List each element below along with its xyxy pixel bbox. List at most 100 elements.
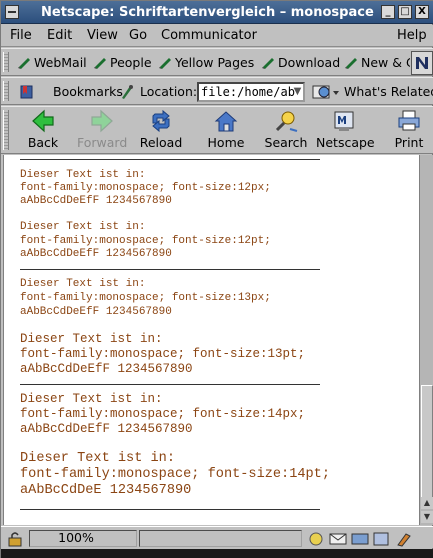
- page-proxy-icon[interactable]: [120, 84, 134, 100]
- block-line: font-family:monospace; font-size:13pt;: [20, 347, 306, 361]
- horizontal-rule: [20, 159, 320, 160]
- reload-label: Reload: [139, 135, 183, 150]
- menu-communicator[interactable]: Communicator: [161, 28, 257, 43]
- bookmark-pen-icon: [345, 58, 357, 69]
- location-toolbar: Bookmarks Location: file:/home/ab ▼ What…: [1, 77, 433, 105]
- menu-view[interactable]: View: [87, 28, 118, 43]
- mail-icon[interactable]: [329, 533, 347, 545]
- menu-go[interactable]: Go: [129, 28, 147, 43]
- bookmark-label: People: [110, 55, 152, 70]
- scroll-down-arrow-icon[interactable]: ▼: [421, 511, 433, 523]
- forward-label: Forward: [77, 135, 128, 150]
- block-line: aAbBcCdDeE 1234567890: [20, 483, 192, 498]
- whats-related-button[interactable]: What's Related: [344, 84, 433, 99]
- menu-bar: File Edit View Go Communicator Help: [1, 25, 433, 47]
- close-button[interactable]: X: [415, 5, 429, 19]
- home-icon: [214, 111, 238, 132]
- block-line: Dieser Text ist in:: [20, 451, 175, 466]
- bookmark-pen-icon: [262, 58, 274, 69]
- bookmark-new-cool[interactable]: New & C: [344, 55, 410, 70]
- netscape-button[interactable]: Netscape: [316, 109, 375, 153]
- bookmark-label: Yellow Pages: [175, 55, 255, 70]
- text-block-13pt: Dieser Text ist in: font-family:monospac…: [20, 332, 305, 377]
- horizontal-rule: [20, 384, 320, 385]
- search-button[interactable]: Search: [261, 109, 311, 153]
- toolbar-grip[interactable]: [3, 52, 9, 72]
- block-line: Dieser Text ist in:: [20, 278, 146, 290]
- taskbar-strip: [1, 549, 433, 558]
- block-line: Dieser Text ist in:: [20, 392, 163, 406]
- bookmark-label: Download: [278, 55, 341, 70]
- bookmark-download[interactable]: Download: [261, 55, 340, 70]
- back-label: Back: [27, 135, 59, 150]
- text-block-13px: Dieser Text ist in: font-family:monospac…: [20, 277, 271, 319]
- block-line: font-family:monospace; font-size:14px;: [20, 407, 306, 421]
- location-url-input[interactable]: file:/home/ab: [197, 82, 305, 102]
- window-title: Netscape: Schriftartenvergleich – monosp…: [41, 5, 374, 20]
- minimize-button[interactable]: _: [381, 5, 395, 19]
- print-label: Print: [394, 135, 424, 150]
- netscape-label: Netscape: [316, 135, 375, 150]
- reload-button[interactable]: Reload: [136, 109, 186, 153]
- printer-icon: [398, 110, 420, 131]
- back-button[interactable]: Back: [18, 109, 68, 153]
- forward-arrow-icon: [91, 109, 113, 133]
- address-book-icon[interactable]: [373, 532, 389, 546]
- back-arrow-icon: [32, 109, 54, 133]
- menu-file[interactable]: File: [10, 28, 32, 43]
- horizontal-rule: [20, 269, 320, 270]
- block-line: aAbBcCdDeEfF 1234567890: [20, 195, 172, 207]
- block-line: aAbBcCdDeEfF 1234567890: [20, 422, 193, 436]
- bookmark-pen-icon: [18, 58, 30, 69]
- block-line: aAbBcCdDeEfF 1234567890: [20, 248, 172, 260]
- reload-icon: [152, 109, 170, 133]
- navigation-toolbar: Back Forward Reload Home Search Netscape…: [1, 106, 433, 154]
- print-button[interactable]: Print: [384, 109, 433, 153]
- vertical-scrollbar[interactable]: ▲ ▼: [419, 155, 433, 525]
- home-button[interactable]: Home: [201, 109, 251, 153]
- bookmark-label: WebMail: [34, 55, 87, 70]
- text-block-14pt: Dieser Text ist in: font-family:monospac…: [20, 451, 330, 499]
- block-line: Dieser Text ist in:: [20, 169, 146, 181]
- bookmark-yellow-pages[interactable]: Yellow Pages: [158, 55, 254, 70]
- navigator-icon[interactable]: [309, 532, 323, 546]
- composer-icon[interactable]: [397, 533, 411, 547]
- search-label: Search: [264, 135, 308, 150]
- status-bar: 100%: [1, 526, 433, 548]
- netscape-logo-icon[interactable]: [411, 51, 433, 75]
- block-line: Dieser Text ist in:: [20, 332, 163, 346]
- text-block-12pt: Dieser Text ist in: font-family:monospac…: [20, 221, 271, 262]
- location-dropdown-icon[interactable]: ▼: [291, 84, 304, 100]
- toolbar-grip[interactable]: [3, 81, 9, 101]
- menu-help[interactable]: Help: [397, 28, 427, 43]
- newsgroups-icon[interactable]: [351, 533, 369, 545]
- bookmark-webmail[interactable]: WebMail: [17, 55, 87, 70]
- block-line: font-family:monospace; font-size:14pt;: [20, 467, 330, 482]
- bookmarks-icon: [20, 85, 33, 99]
- forward-button[interactable]: Forward: [77, 109, 127, 153]
- whats-related-icon[interactable]: [312, 83, 340, 101]
- scroll-up-arrow-icon[interactable]: ▲: [421, 497, 433, 509]
- bookmark-label: New & C: [361, 55, 410, 70]
- my-netscape-icon: [334, 111, 354, 131]
- bookmark-pen-icon: [94, 58, 106, 69]
- text-block-14px: Dieser Text ist in: font-family:monospac…: [20, 392, 305, 437]
- window-menu-icon[interactable]: [5, 5, 19, 19]
- maximize-button[interactable]: □: [398, 5, 412, 19]
- personal-toolbar: WebMail People Yellow Pages Download New…: [1, 48, 433, 76]
- horizontal-rule: [20, 509, 320, 510]
- scrollbar-thumb[interactable]: [421, 385, 433, 505]
- bookmark-people[interactable]: People: [93, 55, 152, 70]
- page-content[interactable]: Dieser Text ist in: font-family:monospac…: [3, 155, 419, 525]
- security-lock-icon[interactable]: [7, 531, 23, 547]
- toolbar-grip[interactable]: [3, 110, 9, 150]
- bookmarks-button[interactable]: Bookmarks: [53, 84, 123, 99]
- text-block-12px: Dieser Text ist in: font-family:monospac…: [20, 169, 271, 208]
- block-line: aAbBcCdDeEfF 1234567890: [20, 362, 193, 376]
- home-label: Home: [207, 135, 245, 150]
- bookmark-pen-icon: [159, 58, 171, 69]
- search-icon: [275, 111, 298, 132]
- location-label: Location:: [140, 84, 198, 99]
- menu-edit[interactable]: Edit: [47, 28, 72, 43]
- title-bar[interactable]: Netscape: Schriftartenvergleich – monosp…: [1, 1, 433, 24]
